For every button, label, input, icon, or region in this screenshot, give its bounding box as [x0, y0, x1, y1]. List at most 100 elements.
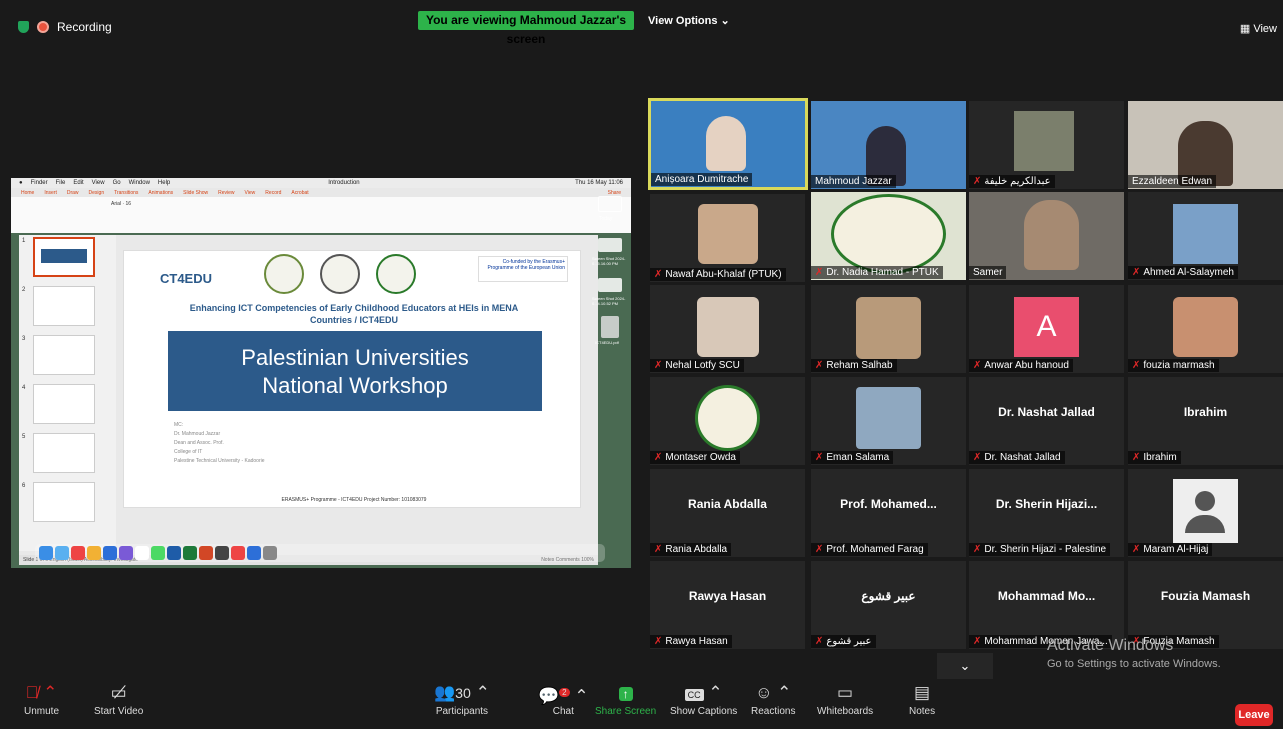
info-line: Palestine Technical University - Kadoori…	[174, 458, 265, 464]
participant-display-name: Dr. Sherin Hijazi...	[995, 497, 1098, 511]
chat-button[interactable]: 💬 2 ⌃ Chat	[538, 682, 589, 717]
unmute-button[interactable]: 🎙̸ ⌃ Unmute	[24, 682, 59, 717]
muted-mic-icon: ✗	[815, 360, 824, 371]
muted-mic-icon: ✗	[654, 269, 663, 280]
video-off-icon: ▭̸	[110, 683, 127, 702]
participant-tile[interactable]: ✗ Nehal Lotfy SCU	[650, 285, 805, 373]
participants-icon: 👥30 ⌃	[434, 683, 490, 702]
participant-tile[interactable]: ✗ Eman Salama	[811, 377, 966, 465]
font-size-box: 16	[125, 201, 132, 207]
ribbon-tab: Record	[265, 190, 282, 196]
participant-tile[interactable]: Anișoara Dumitrache	[648, 98, 808, 190]
participant-name-text: Rania Abdalla	[665, 544, 728, 555]
thumb-number: 4	[22, 385, 26, 391]
thumb-number: 5	[22, 434, 26, 440]
thumb-number: 1	[22, 238, 26, 244]
view-button[interactable]: ▦ View	[1240, 22, 1277, 35]
whiteboards-button[interactable]: ▭ Whiteboards	[817, 682, 873, 717]
participant-tile[interactable]: Ezzaldeen Edwan	[1128, 101, 1283, 189]
participant-name-text: Samer	[973, 267, 1003, 278]
participants-count: 30	[455, 686, 471, 702]
start-video-button[interactable]: ▭̸ Start Video	[94, 682, 143, 717]
opera-icon	[71, 546, 85, 560]
participant-name: ✗ Dr. Nadia Hamad - PTUK	[811, 266, 943, 279]
slide-footer: ERASMUS+ Programme - ICT4EDU Project Num…	[281, 497, 427, 503]
participant-tile[interactable]: Dr. Sherin Hijazi... ✗ Dr. Sherin Hijazi …	[969, 469, 1124, 557]
window-title: Introduction	[328, 180, 360, 186]
desktop-label: Screen Shot 2024-0...4.10.52 PM	[592, 296, 626, 306]
menu-help: Help	[157, 180, 171, 186]
muted-mic-icon: ✗	[973, 176, 982, 187]
participant-tile[interactable]: ✗ Reham Salhab	[811, 285, 966, 373]
participant-name-text: Mahmoud Jazzar	[815, 176, 892, 187]
macos-dock	[35, 544, 605, 562]
muted-mic-icon: ✗	[815, 544, 824, 555]
view-options-button[interactable]: View Options ⌄	[648, 14, 730, 27]
muted-mic-icon: ✗	[815, 452, 824, 463]
participant-tile[interactable]: ✗ Montaser Owda	[650, 377, 805, 465]
participant-video	[1024, 200, 1079, 270]
participant-tile[interactable]: عبير قشوع ✗ عبير قشوع	[811, 561, 966, 649]
participant-name-text: Montaser Owda	[665, 452, 736, 463]
slide-presenter-info: MC: Dr. Mahmoud Jazzar Dean and Assoc. P…	[174, 421, 265, 466]
muted-mic-icon: ✗	[1132, 267, 1141, 278]
gallery-next-page-button[interactable]: ⌄	[937, 653, 993, 679]
chat-badge: 2	[559, 688, 570, 697]
reactions-button[interactable]: ☺ ⌃ Reactions	[751, 682, 795, 717]
desktop-label: Screen Shot 2024-0...5.16.00 PM	[592, 256, 626, 266]
participant-tile[interactable]: A ✗ Anwar Abu hanoud	[969, 285, 1124, 373]
chat-icon: 💬 2 ⌃	[538, 686, 589, 706]
muted-mic-icon: ✗	[654, 452, 663, 463]
participant-tile[interactable]: ✗ Maram Al-Hijaj	[1128, 469, 1283, 557]
muted-mic-icon: ✗	[654, 360, 663, 371]
muted-mic-icon: ✗	[973, 636, 982, 647]
participant-tile[interactable]: Samer	[969, 192, 1124, 280]
participant-display-name: Mohammad Mo...	[997, 589, 1096, 603]
muted-mic-icon: ✗	[1132, 452, 1141, 463]
participant-name: ✗ Ibrahim	[1128, 451, 1181, 464]
desktop-label: ICT4EDU.pdf	[595, 340, 619, 345]
security-shield-icon[interactable]	[18, 21, 29, 33]
participant-tile[interactable]: ✗ Ahmed Al-Salaymeh	[1128, 192, 1283, 280]
participant-tile[interactable]: Ibrahim ✗ Ibrahim	[1128, 377, 1283, 465]
slide-canvas: CT4EDU Co-funded by the Erasmus+ Program…	[123, 250, 581, 508]
activate-line1: Activate Windows	[1047, 637, 1174, 654]
participants-label: Participants	[435, 706, 489, 717]
participant-tile[interactable]: ✗ fouzia marmash	[1128, 285, 1283, 373]
participant-tile[interactable]: Prof. Mohamed... ✗ Prof. Mohamed Farag	[811, 469, 966, 557]
participant-tile[interactable]: ✗ عبدالكريم خليفة	[969, 101, 1124, 189]
desktop-label: Today	[599, 216, 613, 222]
top-bar: Recording You are viewing Mahmoud Jazzar…	[0, 0, 1283, 48]
muted-mic-icon: ✗	[815, 267, 824, 278]
apple-icon: ●	[19, 180, 23, 186]
ptuk-logo-icon	[264, 254, 304, 294]
participant-tile[interactable]: ✗ Nawaf Abu-Khalaf (PTUK)	[650, 194, 805, 282]
slide-thumbnails: 1 2 3 4 5 6	[19, 235, 116, 551]
ribbon-tab: Acrobat	[291, 190, 309, 196]
participant-tile[interactable]: Rawya Hasan ✗ Rawya Hasan	[650, 561, 805, 649]
participant-tile[interactable]: Rania Abdalla ✗ Rania Abdalla	[650, 469, 805, 557]
info-line: MC:	[174, 422, 184, 428]
notes-button[interactable]: ▤ Notes	[909, 682, 935, 717]
slide-thumbnail	[33, 482, 95, 522]
participant-video	[706, 116, 746, 171]
reactions-icon: ☺ ⌃	[755, 683, 792, 702]
participant-tile[interactable]: Dr. Nashat Jallad ✗ Dr. Nashat Jallad	[969, 377, 1124, 465]
share-screen-button[interactable]: ↑ Share Screen	[595, 682, 656, 717]
share-screen-label: Share Screen	[595, 706, 657, 717]
chevron-down-icon: ⌄	[720, 15, 730, 27]
show-captions-button[interactable]: CC ⌃ Show Captions	[670, 682, 737, 717]
finder-icon	[39, 546, 53, 560]
participant-tile[interactable]: Mahmoud Jazzar	[811, 101, 966, 189]
zoom-app-icon	[103, 546, 117, 560]
leave-button[interactable]: Leave	[1235, 704, 1273, 726]
participant-tile[interactable]: ✗ Dr. Nadia Hamad - PTUK	[811, 192, 966, 280]
record-dot-icon	[37, 21, 49, 33]
participants-button[interactable]: 👥30 ⌃ Participants	[434, 682, 490, 717]
participant-tile[interactable]: Fouzia Mamash ✗ Fouzia Mamash	[1128, 561, 1283, 649]
grid-view-icon: ▦	[1239, 23, 1251, 35]
participant-tile[interactable]: Mohammad Mo... ✗ Mohammad Momen Jawa...	[969, 561, 1124, 649]
recording-indicator[interactable]: Recording	[18, 20, 112, 34]
participant-name: ✗ fouzia marmash	[1128, 359, 1219, 372]
participant-name: ✗ Rania Abdalla	[650, 543, 732, 556]
